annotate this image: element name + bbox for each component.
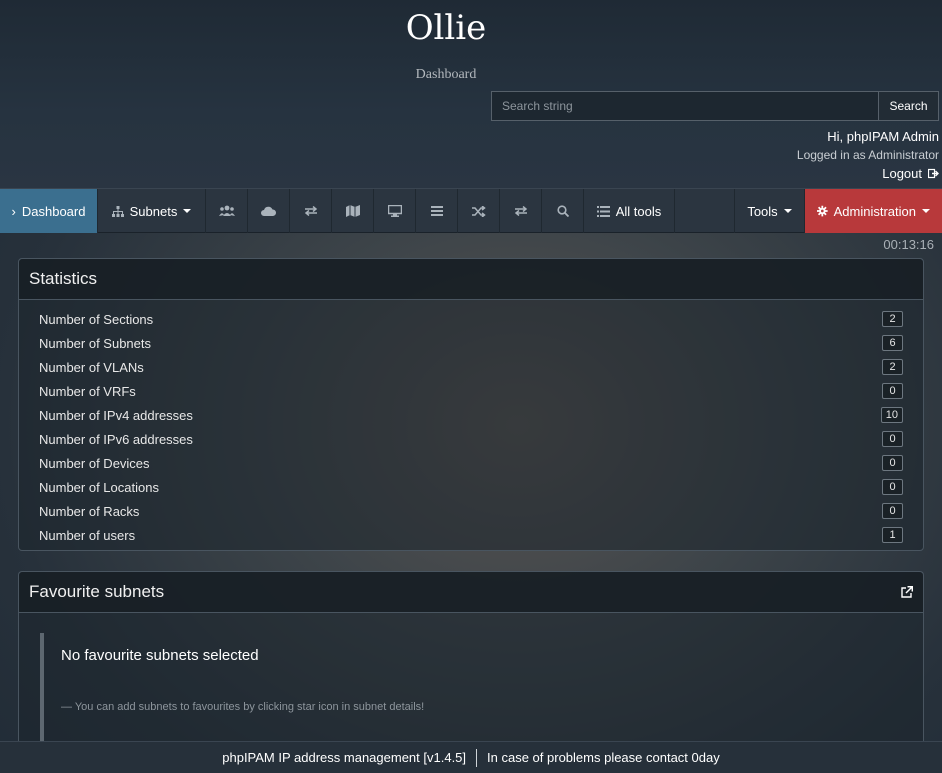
search-button[interactable]: Search: [879, 91, 939, 121]
exchange-icon: [514, 206, 527, 216]
logout-label: Logout: [882, 166, 922, 181]
external-link-icon[interactable]: [901, 586, 913, 598]
stat-badge: 0: [882, 503, 903, 519]
favourites-hint: — You can add subnets to favourites by c…: [61, 701, 425, 713]
stat-row: Number of Subnets 6: [39, 331, 903, 355]
stat-label: Number of Racks: [39, 503, 140, 519]
random-icon: [471, 205, 486, 217]
search-form: Search: [491, 91, 939, 121]
stat-row: Number of Locations 0: [39, 475, 903, 499]
stat-row: Number of Racks 0: [39, 499, 903, 523]
nav-administration-label: Administration: [833, 203, 916, 219]
nav-map[interactable]: [332, 189, 374, 233]
blockquote-border: [40, 633, 44, 743]
statistics-panel: Statistics Number of Sections 2 Number o…: [18, 258, 924, 551]
stat-label: Number of VRFs: [39, 383, 136, 399]
stat-badge: 0: [882, 431, 903, 447]
stat-label: Number of Sections: [39, 311, 154, 327]
sitemap-icon: [111, 205, 124, 217]
nav-list[interactable]: [416, 189, 458, 233]
nav-administration[interactable]: Administration: [805, 189, 942, 233]
stat-row: Number of IPv6 addresses 0: [39, 427, 903, 451]
exchange-icon: [304, 206, 317, 216]
stat-badge: 0: [882, 455, 903, 471]
nav-cloud[interactable]: [248, 189, 290, 233]
search-icon: [556, 205, 569, 217]
stat-label: Number of users: [39, 527, 136, 543]
no-favourites-message: No favourite subnets selected: [61, 647, 259, 664]
statistics-title: Statistics: [29, 269, 98, 288]
statistics-panel-header: Statistics: [19, 259, 923, 300]
stat-row: Number of users 1: [39, 523, 903, 547]
stat-label: Number of Locations: [39, 479, 159, 495]
nav-dashboard[interactable]: › Dashboard: [0, 189, 98, 233]
footer-contact-link[interactable]: In case of problems please contact 0day: [487, 750, 720, 765]
main-nav: › Dashboard Subnets All tools Tools Admi…: [0, 188, 942, 233]
stat-row: Number of Devices 0: [39, 451, 903, 475]
stat-label: Number of Devices: [39, 455, 150, 471]
statistics-list: Number of Sections 2 Number of Subnets 6…: [19, 300, 923, 547]
logout-link[interactable]: Logout: [882, 166, 939, 181]
chevron-down-icon: [783, 209, 792, 213]
stat-row: Number of Sections 2: [39, 307, 903, 331]
chevron-right-icon: ›: [11, 203, 16, 219]
favourite-subnets-panel: Favourite subnets No favourite subnets s…: [18, 571, 924, 743]
stat-badge: 6: [882, 335, 903, 351]
search-input[interactable]: [491, 91, 879, 121]
stat-badge: 1: [882, 527, 903, 543]
nav-vlan[interactable]: [290, 189, 332, 233]
site-subtitle: Dashboard: [415, 67, 477, 82]
chevron-down-icon: [922, 209, 930, 213]
logout-icon: [928, 168, 939, 179]
nav-devices[interactable]: [374, 189, 416, 233]
nav-users[interactable]: [206, 189, 248, 233]
stat-badge: 2: [882, 311, 903, 327]
site-title: Ollie: [405, 8, 487, 48]
stat-row: Number of VRFs 0: [39, 379, 903, 403]
nav-tools-label: Tools: [747, 203, 778, 219]
stat-label: Number of IPv6 addresses: [39, 431, 193, 447]
stat-label: Number of IPv4 addresses: [39, 407, 193, 423]
stat-badge: 0: [882, 479, 903, 495]
nav-search[interactable]: [542, 189, 584, 233]
users-icon: [218, 205, 235, 216]
chevron-down-icon: [183, 209, 192, 213]
nav-all-tools-label: All tools: [615, 203, 662, 219]
user-greeting[interactable]: Hi, phpIPAM Admin: [827, 129, 939, 144]
stat-badge: 0: [882, 383, 903, 399]
stat-badge: 2: [882, 359, 903, 375]
nav-dashboard-label: Dashboard: [21, 203, 86, 219]
footer: phpIPAM IP address management [v1.4.5] I…: [0, 741, 942, 773]
list-alt-icon: [596, 205, 610, 217]
favourite-subnets-title: Favourite subnets: [29, 582, 165, 601]
footer-app-version: phpIPAM IP address management [v1.4.5]: [222, 750, 467, 765]
stat-row: Number of VLANs 2: [39, 355, 903, 379]
stat-label: Number of Subnets: [39, 335, 152, 351]
nav-random[interactable]: [458, 189, 500, 233]
list-icon: [430, 206, 443, 216]
nav-exchange[interactable]: [500, 189, 542, 233]
stat-label: Number of VLANs: [39, 359, 144, 375]
cloud-icon: [261, 206, 276, 216]
clock: 00:13:16: [883, 237, 934, 252]
map-icon: [345, 205, 360, 217]
nav-tools[interactable]: Tools: [734, 189, 805, 233]
nav-all-tools[interactable]: All tools: [584, 189, 675, 233]
header: Ollie Dashboard Search Hi, phpIPAM Admin…: [0, 0, 942, 188]
stat-badge: 10: [880, 407, 903, 423]
nav-subnets[interactable]: Subnets: [98, 189, 206, 233]
user-role: Logged in as Administrator: [796, 148, 939, 162]
footer-divider: [476, 748, 478, 767]
desktop-icon: [387, 205, 402, 217]
nav-subnets-label: Subnets: [129, 203, 178, 219]
stat-row: Number of IPv4 addresses 10: [39, 403, 903, 427]
gear-icon: [817, 205, 828, 217]
favourite-subnets-header: Favourite subnets: [19, 572, 923, 613]
